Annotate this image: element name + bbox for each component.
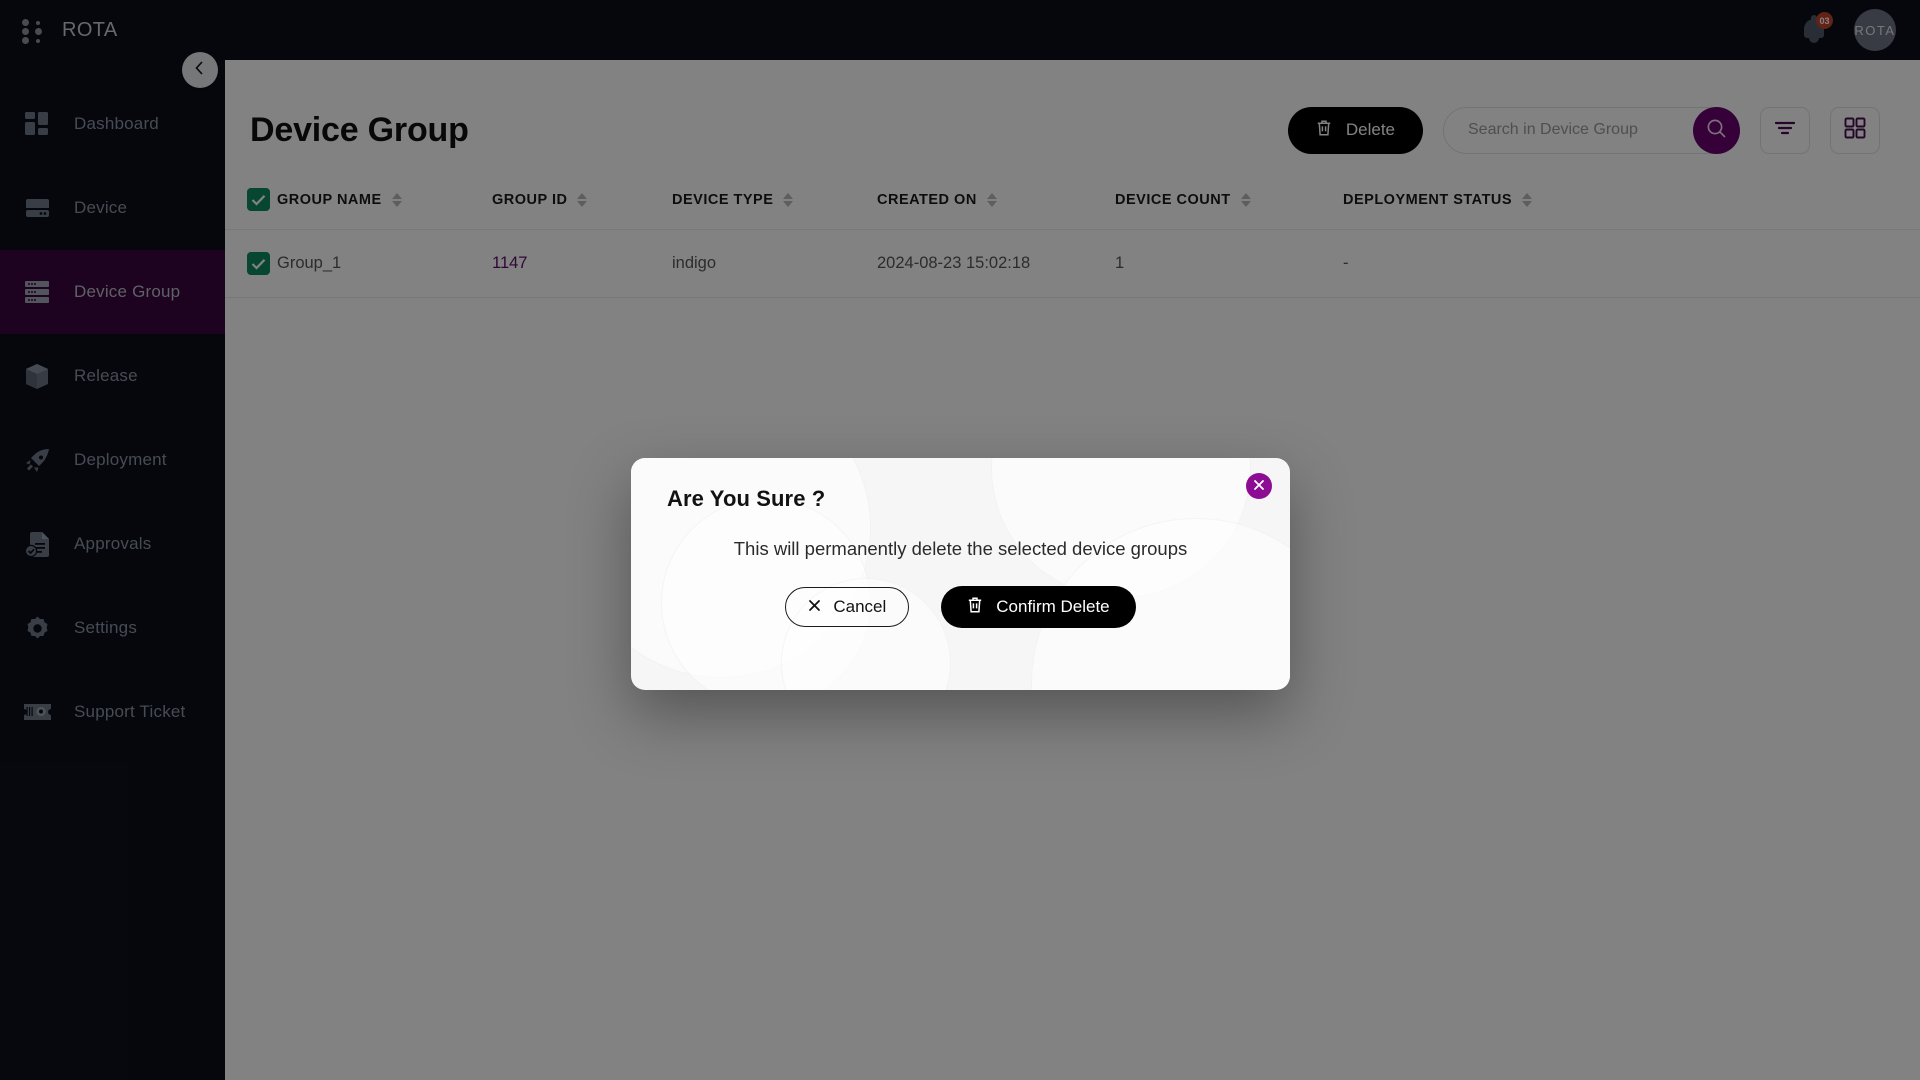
- confirm-delete-button-label: Confirm Delete: [996, 597, 1110, 616]
- cancel-button-label: Cancel: [833, 597, 887, 616]
- dialog-message: This will permanently delete the selecte…: [733, 538, 1188, 559]
- dialog-close-button[interactable]: [1246, 473, 1272, 499]
- confirm-delete-dialog: Are You Sure ? This will permanently del…: [631, 458, 1290, 690]
- cancel-button[interactable]: Cancel: [785, 587, 910, 627]
- dialog-actions: Cancel Confirm Delete: [667, 586, 1254, 628]
- dialog-body: Are You Sure ? This will permanently del…: [631, 458, 1290, 628]
- dialog-title: Are You Sure ?: [667, 486, 826, 511]
- confirm-delete-button[interactable]: Confirm Delete: [941, 586, 1136, 628]
- close-icon: [1253, 479, 1265, 494]
- trash-icon: [967, 596, 983, 619]
- app-root: ROTA 03 ROTA Dashboard Device Device Gro…: [0, 0, 1920, 1080]
- x-icon: [808, 597, 821, 617]
